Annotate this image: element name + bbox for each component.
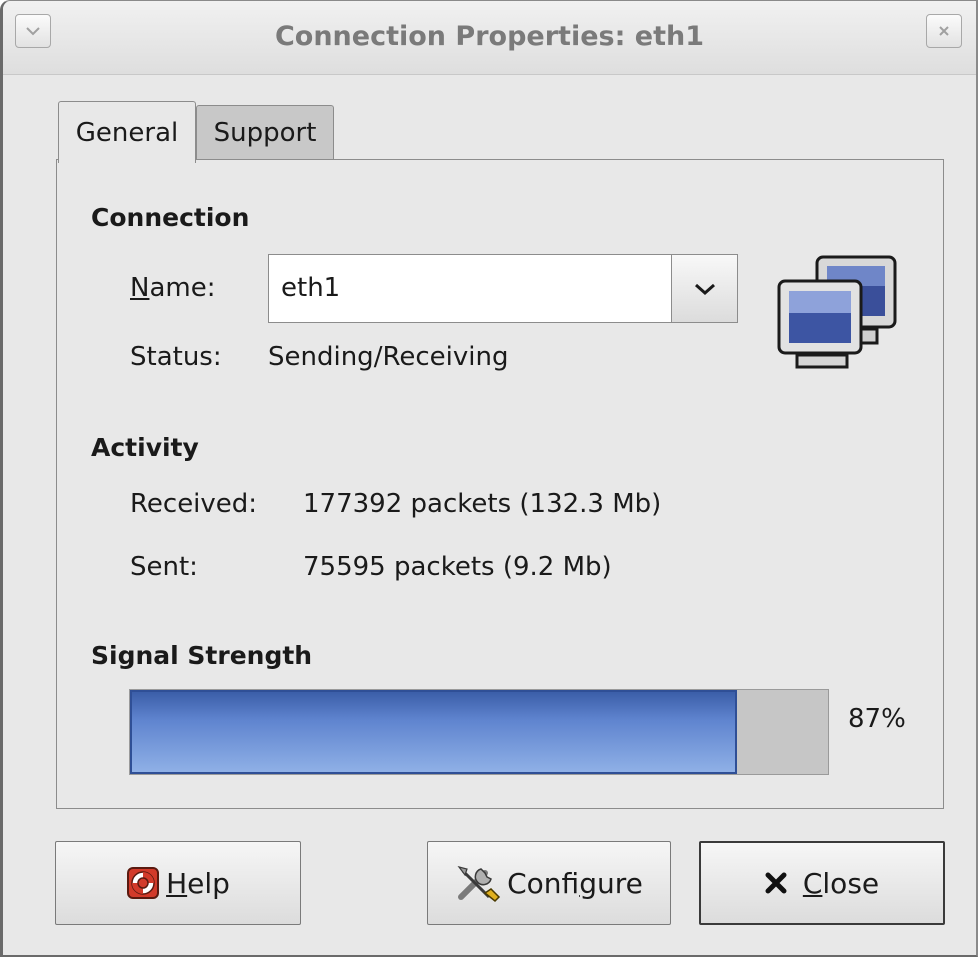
- connection-properties-window: Connection Properties: eth1 General Supp…: [0, 0, 978, 957]
- sent-value: 75595 packets (9.2 Mb): [303, 552, 612, 582]
- signal-strength-bar: [129, 689, 829, 775]
- signal-strength-fill: [130, 690, 738, 774]
- chevron-down-icon: [694, 283, 715, 295]
- close-button-label: Close: [802, 866, 880, 900]
- received-value: 177392 packets (132.3 Mb): [303, 489, 662, 519]
- combo-dropdown-button[interactable]: [671, 255, 737, 322]
- status-label: Status:: [130, 342, 222, 372]
- configure-button[interactable]: Configure: [427, 841, 671, 925]
- status-value: Sending/Receiving: [268, 342, 509, 372]
- x-icon: [765, 872, 787, 894]
- connection-name-value[interactable]: eth1: [281, 273, 340, 303]
- tab-support[interactable]: Support: [196, 105, 334, 159]
- received-label: Received:: [130, 489, 258, 519]
- name-label-mnemonic: N: [130, 273, 150, 303]
- sent-label: Sent:: [130, 552, 198, 582]
- help-button[interactable]: Help: [55, 841, 301, 925]
- lifebuoy-icon: [126, 866, 160, 900]
- window-close-button[interactable]: [926, 14, 962, 48]
- close-icon: [939, 26, 949, 36]
- help-button-label: Help: [166, 866, 230, 900]
- configure-button-label: Configure: [507, 866, 643, 900]
- signal-strength-percent: 87%: [848, 704, 906, 734]
- title-bar[interactable]: Connection Properties: eth1: [3, 1, 976, 75]
- name-label: Name:: [130, 273, 215, 303]
- activity-section-title: Activity: [91, 433, 199, 462]
- signal-strength-section-title: Signal Strength: [91, 641, 313, 670]
- tools-icon: [455, 863, 501, 903]
- connection-section-title: Connection: [91, 203, 250, 232]
- window-title: Connection Properties: eth1: [274, 21, 705, 52]
- connection-name-combo[interactable]: eth1: [268, 254, 738, 323]
- tab-general[interactable]: General: [58, 101, 196, 163]
- network-computers-icon: [777, 255, 897, 369]
- name-label-rest: ame:: [149, 273, 216, 303]
- close-button[interactable]: Close: [699, 841, 945, 925]
